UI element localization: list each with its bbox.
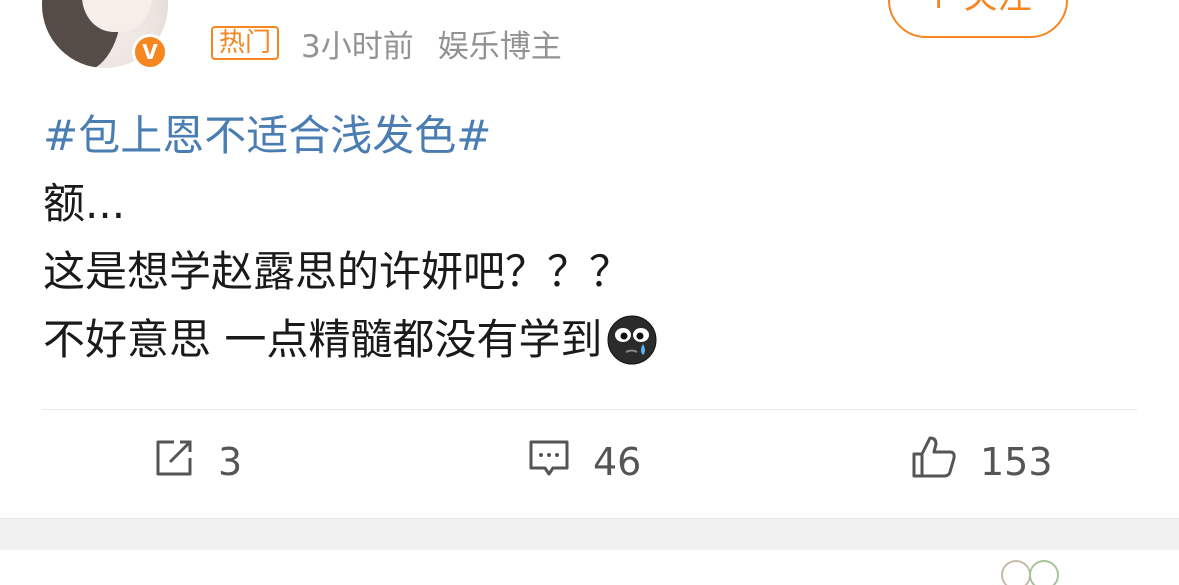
hashtag-link[interactable]: #包上恩不适合浅发色# [43,102,491,170]
author-role: 娱乐博主 [437,28,562,65]
repost-count: 3 [218,440,243,484]
post-text-line: 这是想学赵露思的许妍吧？？？ [43,247,632,296]
post-time: 3小时前 [301,28,414,65]
next-post-avatar-icon [996,555,1072,585]
post-meta: 热门 3小时前 娱乐博主 [211,24,562,65]
thumbs-up-icon [910,434,980,491]
action-bar: 3 46 153 [0,430,1179,494]
like-count: 153 [980,440,1053,484]
share-icon [152,436,218,489]
hot-badge: 热门 [211,26,280,60]
post-content: #包上恩不适合浅发色# 额... 这是想学赵露思的许妍吧？？？ 不好意思 一点精… [43,102,658,374]
repost-button[interactable]: 3 [152,430,242,494]
post-text-line: 不好意思 一点精髓都没有学到 [43,315,603,364]
post-separator [0,518,1179,551]
comment-button[interactable]: 46 [527,430,641,494]
like-button[interactable]: 153 [910,430,1053,494]
post-text-line: 额... [43,179,126,228]
crying-face-emoji-icon [606,314,658,366]
comment-count: 46 [593,440,642,484]
comment-icon [527,436,593,489]
divider [42,409,1137,410]
verified-badge-icon: V [132,34,168,70]
follow-button[interactable]: + 关注 [888,0,1068,38]
